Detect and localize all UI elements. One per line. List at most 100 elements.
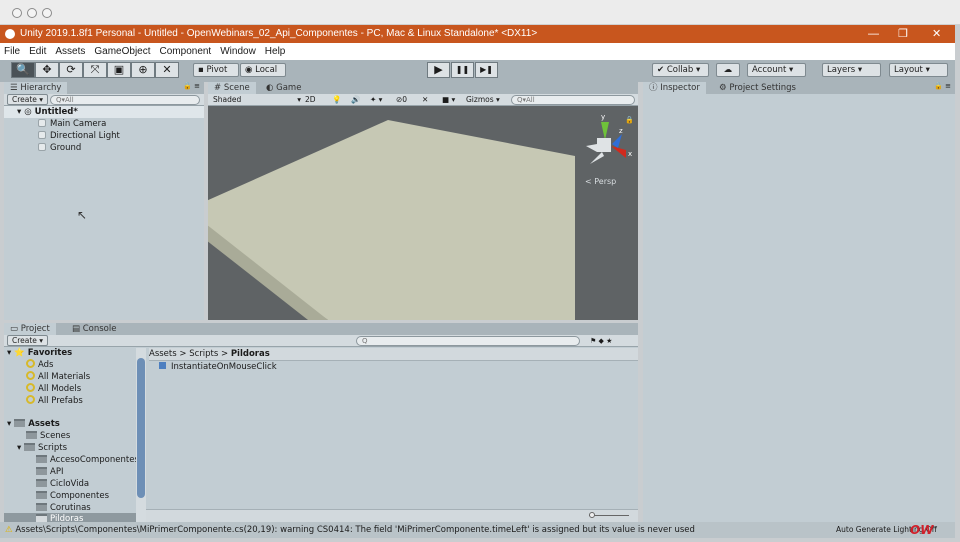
item-label: All Prefabs xyxy=(38,396,83,406)
hidden-objects-icon[interactable]: ⊘0 xyxy=(396,94,407,106)
camera-dropdown-icon[interactable]: ■ ▾ xyxy=(442,94,455,106)
menu-edit[interactable]: Edit xyxy=(25,43,51,60)
neg-x-cone xyxy=(586,144,597,152)
hierarchy-item[interactable]: Ground xyxy=(38,142,81,154)
gizmos-dropdown[interactable]: Gizmos ▾ xyxy=(466,94,500,106)
status-bar: ⚠ Assets\Scripts\Componentes\MiPrimerCom… xyxy=(0,522,955,538)
slider-handle[interactable] xyxy=(589,512,595,518)
breadcrumb-pildoras[interactable]: Pildoras xyxy=(231,349,270,359)
move-tool-button[interactable]: ✥ xyxy=(35,62,59,78)
neg-z-cone xyxy=(590,152,604,164)
lighting-toggle-icon[interactable]: 💡 xyxy=(332,94,341,106)
minimize-dot[interactable] xyxy=(27,8,37,18)
assets-header[interactable]: ▾ Assets xyxy=(7,418,60,430)
tab-project[interactable]: ▭ Project xyxy=(4,323,56,335)
tab-scene[interactable]: # Scene xyxy=(208,82,256,94)
scrollbar-thumb[interactable] xyxy=(137,358,145,498)
favorite-item[interactable]: All Models xyxy=(26,383,81,395)
menu-file[interactable]: File xyxy=(0,43,25,60)
layers-dropdown[interactable]: Layers ▾ xyxy=(822,63,881,77)
minimize-button[interactable]: — xyxy=(868,25,879,43)
cloud-button[interactable]: ☁ xyxy=(716,63,740,77)
hierarchy-search-input[interactable]: Q▾All xyxy=(50,95,200,105)
tab-game[interactable]: ◐ Game xyxy=(260,82,307,94)
menu-assets[interactable]: Assets xyxy=(51,43,90,60)
layout-dropdown[interactable]: Layout ▾ xyxy=(889,63,948,77)
tab-hierarchy[interactable]: ☰ Hierarchy xyxy=(4,82,68,94)
console-warning-message[interactable]: Assets\Scripts\Componentes\MiPrimerCompo… xyxy=(15,525,695,535)
folder-icon xyxy=(36,479,47,487)
scene-search-input[interactable]: Q▾All xyxy=(511,95,635,105)
hierarchy-item[interactable]: Directional Light xyxy=(38,130,120,142)
persp-label[interactable]: < Persp xyxy=(585,177,616,186)
collab-button[interactable]: ✔ Collab ▾ xyxy=(652,63,709,77)
folder-item[interactable]: Componentes xyxy=(36,490,109,502)
step-button[interactable]: ▶❚ xyxy=(475,62,498,78)
item-label: Componentes xyxy=(50,491,110,501)
favorite-item[interactable]: All Prefabs xyxy=(26,395,83,407)
folder-icon xyxy=(36,514,47,522)
hierarchy-create-button[interactable]: Create ▾ xyxy=(7,94,49,105)
scene-viewport[interactable]: y z x 🔒 < Persp xyxy=(208,106,638,320)
menu-component[interactable]: Component xyxy=(156,43,217,60)
folder-icon xyxy=(36,491,47,499)
effects-dropdown-icon[interactable]: ✦ ▾ xyxy=(370,94,382,106)
tab-inspector[interactable]: ⓘ Inspector xyxy=(643,82,706,94)
scene-root-item[interactable]: ▾ ◎ Untitled* xyxy=(4,106,204,118)
filter-icons[interactable]: ⚑ ◆ ★ xyxy=(590,335,612,347)
folder-item[interactable]: AccesoComponentes xyxy=(36,454,136,466)
breadcrumb-assets[interactable]: Assets xyxy=(149,349,177,359)
menu-gameobject[interactable]: GameObject xyxy=(90,43,155,60)
pivot-toggle[interactable]: ▪ Pivot xyxy=(193,63,239,77)
scene-name: Untitled* xyxy=(34,107,78,117)
csharp-script-icon xyxy=(159,362,166,369)
warning-icon: ⚠ xyxy=(5,525,13,535)
project-search-input[interactable]: Q xyxy=(356,336,580,346)
custom-tool-button[interactable]: ✕ xyxy=(155,62,179,78)
collab-label: Collab ▾ xyxy=(666,65,701,75)
hierarchy-item[interactable]: Main Camera xyxy=(38,118,106,130)
folder-item[interactable]: ▾ Scripts xyxy=(17,442,67,454)
scale-tool-button[interactable]: ⤧ xyxy=(83,62,107,78)
restore-button[interactable]: ❐ xyxy=(898,25,908,43)
tab-console[interactable]: ▤ Console xyxy=(66,323,122,335)
item-label: Main Camera xyxy=(50,119,107,129)
item-label: API xyxy=(50,467,64,477)
menu-window[interactable]: Window xyxy=(216,43,261,60)
play-button[interactable]: ▶ xyxy=(427,62,450,78)
close-dot[interactable] xyxy=(12,8,22,18)
audio-toggle-icon[interactable]: 🔊 xyxy=(351,94,360,106)
folder-item[interactable]: Scenes xyxy=(26,430,70,442)
y-axis-cone xyxy=(601,122,609,140)
2d-toggle[interactable]: 2D xyxy=(305,94,316,106)
lock-icon[interactable]: 🔒 xyxy=(625,116,634,124)
hand-tool-button[interactable]: 🔍 xyxy=(11,62,35,78)
rotate-tool-button[interactable]: ⟳ xyxy=(59,62,83,78)
favorites-header[interactable]: ▾ ⭐ Favorites xyxy=(7,347,72,359)
pause-button[interactable]: ❚❚ xyxy=(451,62,474,78)
project-settings-tab-label: Project Settings xyxy=(729,83,796,93)
tree-scrollbar[interactable] xyxy=(136,348,146,522)
zoom-dot[interactable] xyxy=(42,8,52,18)
transform-tool-button[interactable]: ⊕ xyxy=(131,62,155,78)
tab-project-settings[interactable]: ⚙ Project Settings xyxy=(713,82,802,94)
icon-size-slider[interactable] xyxy=(589,515,629,516)
rect-tool-button[interactable]: ▣ xyxy=(107,62,131,78)
lock-icon[interactable]: 🔒 ≡ xyxy=(183,82,200,90)
script-file-item[interactable]: InstantiateOnMouseClick xyxy=(159,361,277,373)
scene-panel: # Scene ◐ Game Shaded ▾ 2D 💡 🔊 ✦ ▾ ⊘0 ✕ ■ … xyxy=(208,82,638,320)
lock-icon[interactable]: 🔒 ≡ xyxy=(934,82,951,90)
account-dropdown[interactable]: Account ▾ xyxy=(747,63,806,77)
close-button[interactable]: ✕ xyxy=(932,25,941,43)
local-toggle[interactable]: ◉ Local xyxy=(240,63,286,77)
favorite-item[interactable]: Ads xyxy=(26,359,54,371)
breadcrumb-scripts[interactable]: Scripts xyxy=(189,349,218,359)
folder-item[interactable]: API xyxy=(36,466,63,478)
menu-help[interactable]: Help xyxy=(261,43,291,60)
favorite-item[interactable]: All Materials xyxy=(26,371,90,383)
tools-icon[interactable]: ✕ xyxy=(422,94,428,106)
folder-item[interactable]: CicloVida xyxy=(36,478,89,490)
shading-dropdown[interactable]: Shaded ▾ xyxy=(213,94,301,106)
mac-window-bar xyxy=(0,0,960,25)
project-create-button[interactable]: Create ▾ xyxy=(7,335,49,346)
